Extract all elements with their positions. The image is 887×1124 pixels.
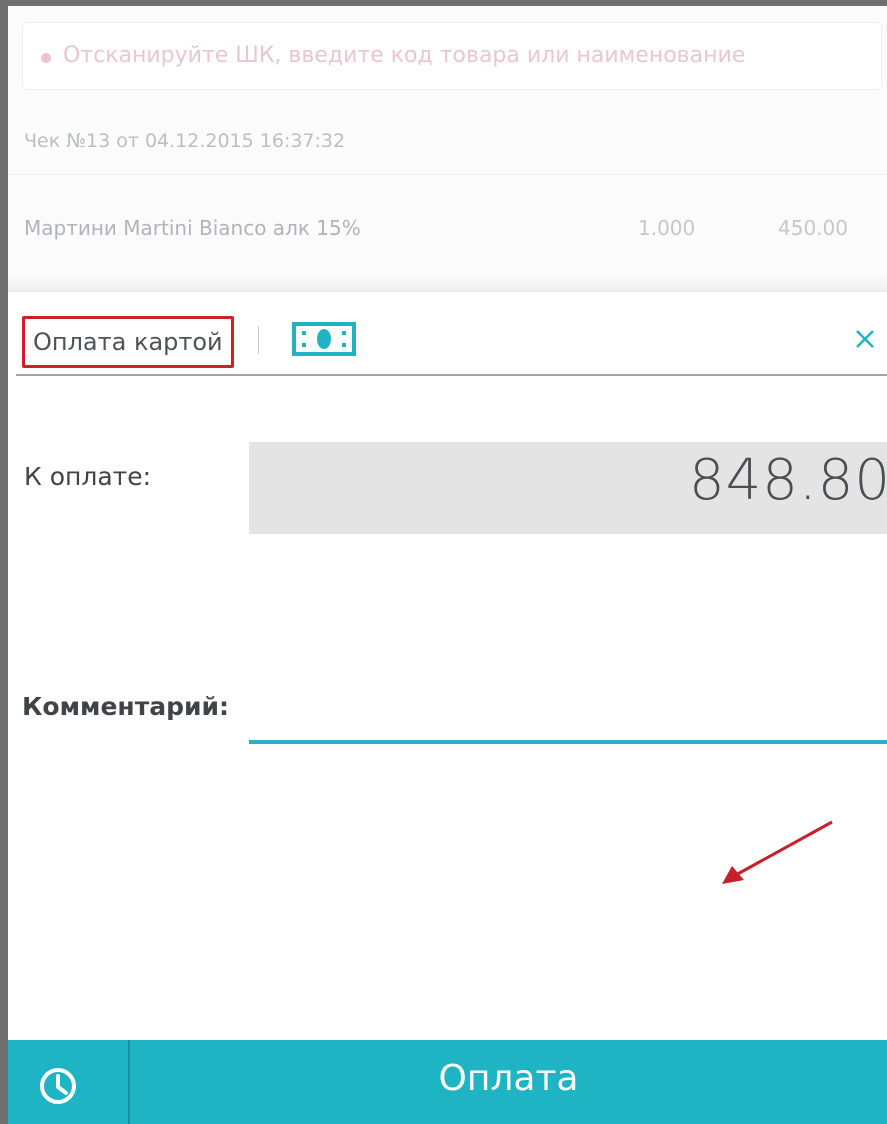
- comment-label: Комментарий:: [22, 692, 229, 721]
- item-price: 450.00: [778, 216, 848, 240]
- comment-field[interactable]: [249, 684, 887, 744]
- amount-due-field: 848.80: [249, 442, 887, 534]
- tab-card-payment[interactable]: Оплата картой: [22, 316, 234, 368]
- search-status-dot-icon: [41, 53, 51, 63]
- history-button[interactable]: [8, 1040, 128, 1124]
- item-name: Мартини Martini Bianco алк 15%: [24, 216, 361, 240]
- clock-icon: [40, 1068, 76, 1104]
- bottom-action-bar: Оплата: [8, 1040, 887, 1124]
- amount-due-value: 848.80: [689, 448, 887, 513]
- close-icon[interactable]: [854, 328, 876, 350]
- receipt-background: Отсканируйте ШК, введите код товара или …: [8, 6, 887, 296]
- search-input[interactable]: Отсканируйте ШК, введите код товара или …: [22, 22, 882, 90]
- tab-separator: [258, 326, 259, 354]
- receipt-title: Чек №13 от 04.12.2015 16:37:32: [24, 130, 346, 152]
- search-placeholder: Отсканируйте ШК, введите код товара или …: [63, 43, 746, 68]
- divider: [8, 174, 887, 175]
- payment-method-tabs: Оплата картой: [8, 292, 887, 374]
- app-frame: Отсканируйте ШК, введите код товара или …: [8, 6, 887, 1124]
- annotation-arrow-icon: [722, 820, 833, 884]
- item-quantity: 1.000: [638, 216, 696, 240]
- cash-banknote-icon[interactable]: [292, 322, 356, 360]
- tabs-underline: [16, 374, 887, 376]
- amount-due-label: К оплате:: [24, 462, 152, 491]
- payment-dialog: Оплата картой К оплате: 848.80 Комментар…: [8, 292, 887, 1124]
- pay-button[interactable]: Оплата: [130, 1040, 887, 1124]
